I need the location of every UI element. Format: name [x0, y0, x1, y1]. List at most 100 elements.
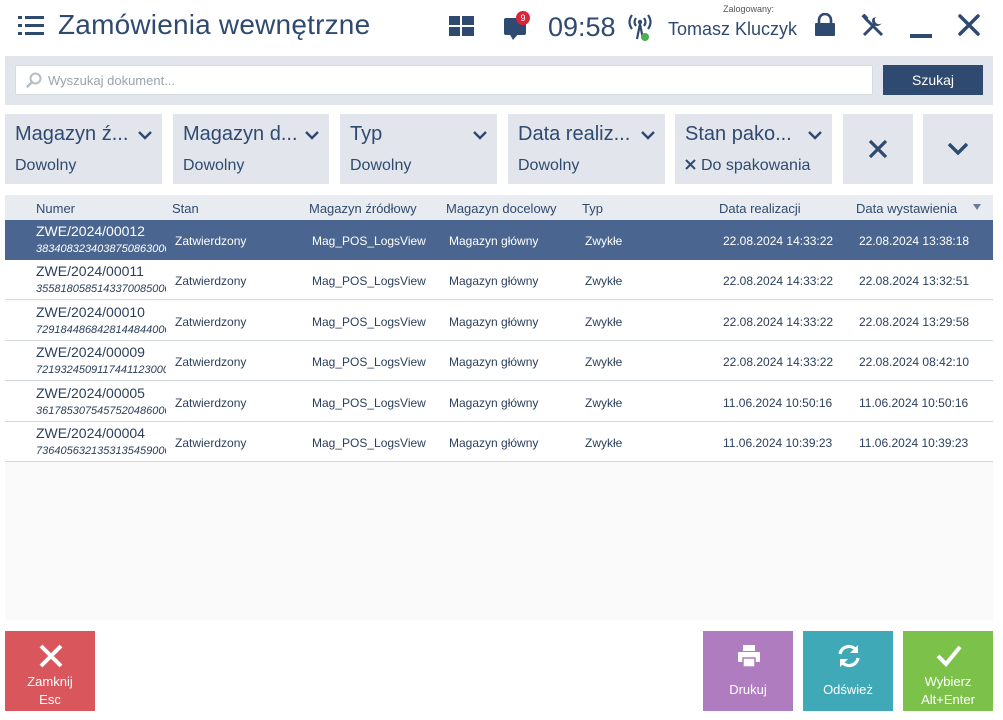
cell-source-warehouse: Mag_POS_LogsView	[312, 355, 426, 369]
cell-realization-date: 11.06.2024 10:39:23	[723, 436, 833, 450]
cell-issue-date: 11.06.2024 10:50:16	[859, 396, 969, 410]
filter-value-text: Do spakowania	[701, 157, 811, 174]
logged-in-label: Zalogowany:	[723, 4, 775, 14]
chevron-down-icon	[947, 142, 969, 156]
cell-status: Zatwierdzony	[175, 274, 247, 288]
search-icon	[26, 72, 42, 88]
select-button[interactable]: Wybierz Alt+Enter	[903, 631, 993, 711]
refresh-button[interactable]: Odśwież	[803, 631, 893, 711]
tools-icon[interactable]	[861, 14, 885, 38]
clock: 09:58	[548, 12, 616, 42]
filter-title: Magazyn d...	[183, 123, 298, 145]
table-row[interactable]: ZWE/2024/00009 7219324509117441123000 Za…	[5, 341, 993, 381]
cell-status: Zatwierdzony	[175, 234, 247, 248]
remove-filter-icon[interactable]	[685, 159, 696, 170]
chevron-down-icon	[473, 131, 487, 140]
document-code: 7364056321353135459000	[36, 445, 166, 457]
column-header-target-warehouse[interactable]: Magazyn docelowy	[446, 201, 557, 216]
cell-type: Zwykłe	[585, 436, 623, 450]
table-row[interactable]: ZWE/2024/00004 7364056321353135459000 Za…	[5, 422, 993, 462]
cell-realization-date: 22.08.2024 14:33:22	[723, 355, 834, 369]
table-header: Numer Stan Magazyn źródłowy Magazyn doce…	[5, 195, 993, 220]
cell-status: Zatwierdzony	[175, 315, 247, 329]
filter-source-warehouse[interactable]: Magazyn ź... Dowolny	[5, 114, 162, 184]
menu-icon[interactable]	[18, 16, 44, 36]
cell-source-warehouse: Mag_POS_LogsView	[312, 274, 426, 288]
column-header-status[interactable]: Stan	[172, 201, 199, 216]
cell-issue-date: 22.08.2024 08:42:10	[859, 355, 970, 369]
cell-source-warehouse: Mag_POS_LogsView	[312, 436, 426, 450]
page-title: Zamówienia wewnętrzne	[58, 9, 371, 40]
column-header-number[interactable]: Numer	[36, 201, 75, 216]
close-button[interactable]: Zamknij Esc	[5, 631, 95, 711]
column-header-type[interactable]: Typ	[582, 201, 603, 216]
clear-filters-button[interactable]	[843, 114, 913, 184]
cell-issue-date: 22.08.2024 13:29:58	[859, 315, 970, 329]
select-label: Wybierz	[924, 674, 972, 689]
column-header-source-warehouse[interactable]: Magazyn źródłowy	[309, 201, 417, 216]
lock-icon[interactable]	[814, 13, 836, 37]
cell-source-warehouse: Mag_POS_LogsView	[312, 234, 426, 248]
close-label: Zamknij	[27, 674, 73, 689]
cell-issue-date: 11.06.2024 10:39:23	[859, 436, 969, 450]
table-row[interactable]: ZWE/2024/00010 7291844868428144844000 Za…	[5, 301, 993, 341]
cell-type: Zwykłe	[585, 355, 623, 369]
document-number: ZWE/2024/00012	[36, 223, 145, 239]
cell-target-warehouse: Magazyn główny	[449, 396, 539, 410]
cell-status: Zatwierdzony	[175, 396, 247, 410]
document-number: ZWE/2024/00004	[36, 425, 145, 441]
chevron-down-icon	[305, 131, 319, 140]
cell-issue-date: 22.08.2024 13:38:18	[859, 234, 970, 248]
print-button[interactable]: Drukuj	[703, 631, 793, 711]
filter-target-warehouse[interactable]: Magazyn d... Dowolny	[173, 114, 329, 184]
cell-realization-date: 11.06.2024 10:50:16	[723, 396, 833, 410]
filter-value: Dowolny	[350, 157, 412, 174]
document-code: 7291844868428144844000	[36, 324, 166, 336]
table-row[interactable]: ZWE/2024/00011 3558180585143370085000 Za…	[5, 260, 993, 300]
tiles-icon[interactable]	[449, 16, 474, 36]
cell-type: Zwykłe	[585, 396, 623, 410]
document-number: ZWE/2024/00005	[36, 385, 145, 401]
filter-value: Dowolny	[183, 157, 245, 174]
user-name: Tomasz Kluczyk	[668, 19, 798, 39]
close-icon	[39, 644, 63, 668]
chevron-down-icon	[641, 131, 655, 140]
printer-icon	[738, 645, 760, 668]
message-count-badge: 9	[516, 11, 530, 25]
close-window-icon[interactable]	[958, 14, 980, 36]
filter-packing-status[interactable]: Stan pako... Do spakowania	[675, 114, 832, 184]
filter-value: Do spakowania	[685, 157, 810, 175]
filter-type[interactable]: Typ Dowolny	[340, 114, 497, 184]
document-code: 3558180585143370085000	[36, 283, 166, 295]
column-header-issue-date[interactable]: Data wystawienia	[856, 201, 957, 216]
filter-realization-date[interactable]: Data realiz... Dowolny	[508, 114, 665, 184]
search-field[interactable]	[15, 65, 873, 95]
document-code: 3834083234038750863000	[36, 243, 166, 255]
minimize-icon[interactable]	[910, 34, 932, 38]
cell-target-warehouse: Magazyn główny	[449, 436, 539, 450]
document-code: 3617853075457520486000	[36, 405, 166, 417]
cell-issue-date: 22.08.2024 13:32:51	[859, 274, 970, 288]
print-label: Drukuj	[729, 682, 767, 697]
cell-target-warehouse: Magazyn główny	[449, 234, 539, 248]
connection-icon[interactable]	[626, 12, 654, 42]
refresh-icon	[838, 644, 860, 668]
cell-realization-date: 22.08.2024 14:33:22	[723, 315, 834, 329]
cell-target-warehouse: Magazyn główny	[449, 315, 539, 329]
cell-type: Zwykłe	[585, 234, 623, 248]
document-number: ZWE/2024/00010	[36, 304, 145, 320]
filter-value: Dowolny	[15, 157, 77, 174]
document-number: ZWE/2024/00009	[36, 344, 145, 360]
checkmark-icon	[936, 645, 962, 667]
table-row[interactable]: ZWE/2024/00012 3834083234038750863000 Za…	[5, 220, 993, 260]
select-shortcut: Alt+Enter	[921, 692, 975, 707]
header-bar: Zamówienia wewnętrzne 9 09:58 Zalogowany…	[0, 0, 1003, 55]
refresh-label: Odśwież	[823, 682, 873, 697]
search-input[interactable]	[48, 66, 868, 94]
filter-value: Dowolny	[518, 157, 580, 174]
cell-target-warehouse: Magazyn główny	[449, 355, 539, 369]
search-button[interactable]: Szukaj	[883, 65, 983, 95]
table-row[interactable]: ZWE/2024/00005 3617853075457520486000 Za…	[5, 382, 993, 422]
column-header-realization-date[interactable]: Data realizacji	[719, 201, 801, 216]
expand-filters-button[interactable]	[923, 114, 993, 184]
